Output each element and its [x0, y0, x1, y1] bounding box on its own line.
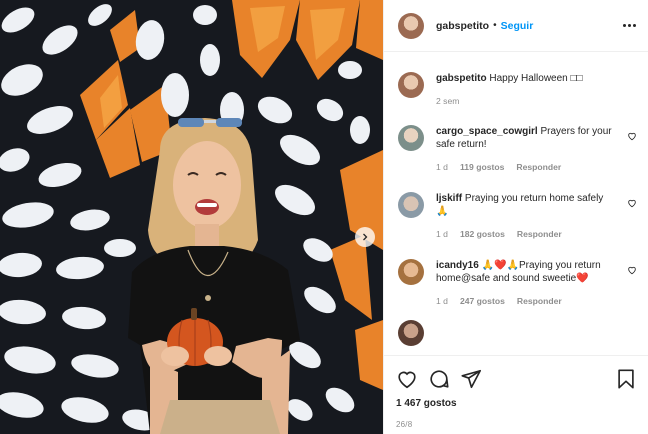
- comment-likes[interactable]: 119 gostos: [460, 162, 504, 172]
- comment-username[interactable]: ljskiff: [436, 193, 462, 204]
- post-sidebar: gabspetito • Seguir gabspetito Happy Hal…: [383, 0, 648, 434]
- caption-emoji: □□: [570, 73, 583, 84]
- chevron-right-icon: [363, 233, 368, 241]
- heart-icon[interactable]: [396, 368, 418, 390]
- caption-avatar[interactable]: [398, 72, 424, 98]
- comment-likes[interactable]: 247 gostos: [460, 296, 505, 306]
- commenter-avatar[interactable]: [398, 192, 424, 218]
- comment-age[interactable]: 1 d: [436, 296, 448, 306]
- comment-heart-icon[interactable]: [627, 131, 637, 141]
- commenter-avatar[interactable]: [398, 259, 424, 285]
- comment-likes[interactable]: 182 gostos: [460, 229, 505, 239]
- post-caption: gabspetito Happy Halloween □□ 2 sem: [398, 72, 637, 106]
- comment-age[interactable]: 1 d: [436, 229, 448, 239]
- post-photo[interactable]: [0, 0, 383, 434]
- separator-dot: •: [493, 20, 497, 31]
- comment-item: ljskiff Praying you return home safely🙏 …: [398, 192, 637, 239]
- comment-text: Praying you return home safely🙏: [436, 193, 604, 217]
- post-actions: 1 467 gostos 26/8: [384, 355, 648, 434]
- author-avatar[interactable]: [398, 12, 424, 39]
- reply-button[interactable]: Responder: [516, 162, 561, 172]
- commenter-avatar[interactable]: [398, 320, 424, 346]
- caption-username[interactable]: gabspetito: [436, 73, 487, 84]
- caption-text: Happy Halloween: [489, 73, 568, 84]
- comment-age[interactable]: 1 d: [436, 162, 448, 172]
- more-options-icon[interactable]: [621, 18, 637, 34]
- bookmark-icon[interactable]: [615, 368, 637, 390]
- reply-button[interactable]: Responder: [517, 296, 562, 306]
- reply-button[interactable]: Responder: [517, 229, 562, 239]
- post-header: gabspetito • Seguir: [384, 0, 648, 52]
- mural-photo-image: [0, 0, 383, 434]
- commenter-avatar[interactable]: [398, 125, 424, 151]
- author-username[interactable]: gabspetito: [436, 20, 489, 32]
- comment-username[interactable]: cargo_space_cowgirl: [436, 126, 538, 137]
- carousel-next-button[interactable]: [355, 227, 375, 247]
- comment-bubble-icon[interactable]: [428, 368, 450, 390]
- comment-item: cargo_space_cowgirl Prayers for your saf…: [398, 125, 637, 172]
- caption-age[interactable]: 2 sem: [436, 96, 459, 106]
- comment-heart-icon[interactable]: [627, 265, 637, 275]
- likes-count[interactable]: 1 467 gostos: [396, 398, 637, 409]
- comment-username[interactable]: icandy16: [436, 260, 479, 271]
- comment-item: icandy16 🙏❤️🙏Praying you return home@saf…: [398, 259, 637, 306]
- comment-item-partial: [398, 320, 637, 346]
- follow-button[interactable]: Seguir: [501, 20, 534, 32]
- comments-list[interactable]: gabspetito Happy Halloween □□ 2 sem carg…: [384, 53, 648, 355]
- post-date[interactable]: 26/8: [396, 420, 637, 429]
- comment-heart-icon[interactable]: [627, 198, 637, 208]
- paper-plane-icon[interactable]: [460, 368, 482, 390]
